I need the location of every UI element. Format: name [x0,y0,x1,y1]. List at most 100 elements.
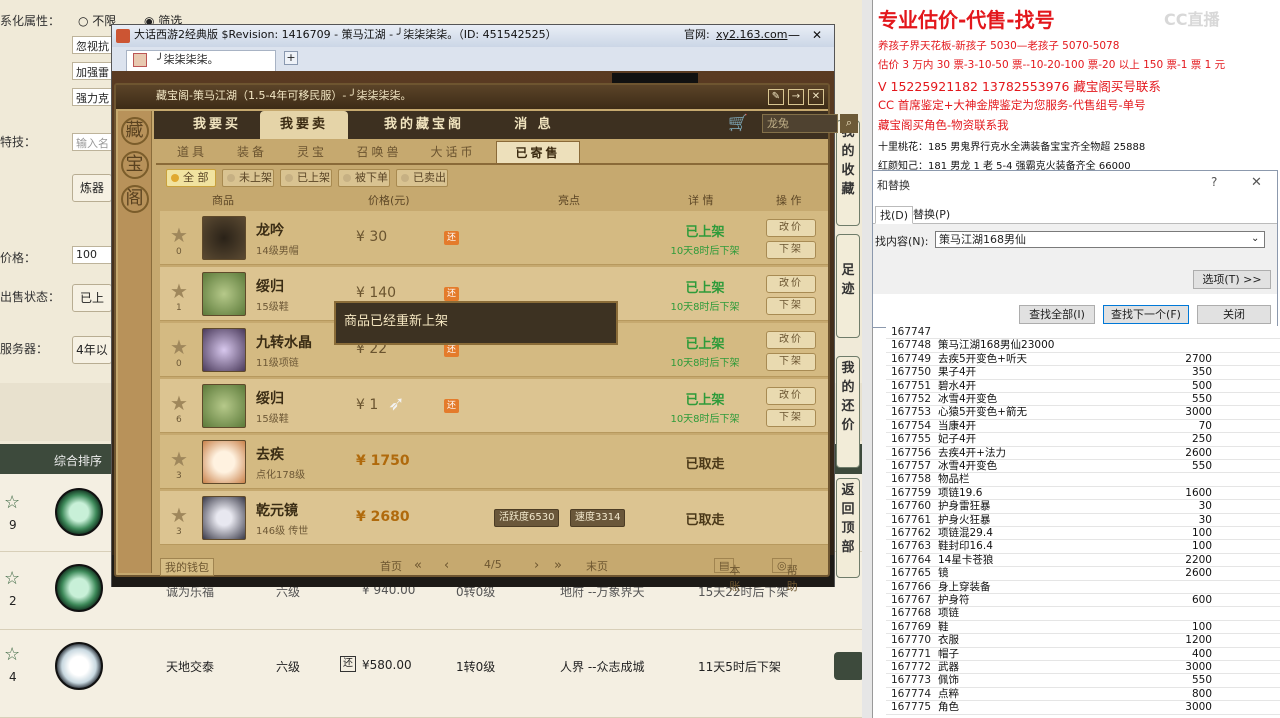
sheet-row[interactable]: 167761 护身火狂暴 30 [886,514,1280,527]
sheet-row[interactable]: 167770 衣服 1200 [886,634,1280,648]
ledger-button[interactable]: ▤ 本账 [714,558,740,593]
sheet-row[interactable]: 167764 14星卡苍狼 2200 [886,554,1280,568]
minimize-icon[interactable]: → [788,89,804,105]
help-button[interactable]: ◎ 帮助 [772,558,798,593]
tab-replace[interactable]: 替换(P) [913,206,950,222]
chevron-down-icon[interactable]: ⌄ [1251,233,1259,244]
sheet-row[interactable]: 167767 护身符 600 [886,594,1280,608]
star-icon[interactable]: ★ [170,505,188,525]
find-all-button[interactable]: 查找全部(I) [1019,305,1095,324]
sheet-row[interactable]: 167748 策马江湖168男仙23000 [886,339,1280,353]
delist-button[interactable]: 下架 [766,241,816,259]
subtab-spirit[interactable]: 灵宝 [284,141,340,163]
subtab-summon[interactable]: 召唤兽 [344,141,414,163]
close-button[interactable]: 关闭 [1197,305,1271,324]
official-site-link[interactable]: xy2.163.com [716,25,788,45]
edit-icon[interactable]: ✎ [768,89,784,105]
tab-find[interactable]: 找(D) [875,206,914,224]
back-to-top-button[interactable]: 返回顶部 [836,478,860,578]
find-input[interactable]: 策马江湖168男仙 [935,231,1265,248]
refine-button[interactable]: 炼器 [72,174,112,202]
tab-messages[interactable]: 消 息 [494,111,574,139]
sale-status-button[interactable]: 已上 [72,284,112,312]
page-scrollbar[interactable] [862,0,872,718]
sheet-row[interactable]: 167766 身上穿装备 [886,581,1280,594]
sheet-row[interactable]: 167759 项链19.6 1600 [886,487,1280,501]
view-button[interactable] [834,652,864,680]
star-icon[interactable]: ★ [170,225,188,245]
search-input[interactable]: 龙兔 [762,114,838,133]
delist-button[interactable]: 下架 [766,353,816,371]
star-icon[interactable]: ★ [170,337,188,357]
sheet-row[interactable]: 167762 项链混29.4 100 [886,527,1280,541]
find-next-button[interactable]: 查找下一个(F) [1103,305,1189,324]
sheet-row[interactable]: 167747 [886,326,1280,340]
star-icon[interactable]: ★ [170,449,188,469]
table-row[interactable]: ★ 6 绥归 15级鞋 ¥ 1 ➶ 还 已上架 10天8时后下架 改价 下架 [160,379,828,433]
sheet-row[interactable]: 167750 果子4开 350 [886,366,1280,380]
change-price-button[interactable]: 改价 [766,275,816,293]
delist-button[interactable]: 下架 [766,297,816,315]
subtab-props[interactable]: 道具 [164,141,220,163]
double-right-icon[interactable]: » [554,558,562,573]
sheet-row[interactable]: 167752 冰雪4开变色 550 [886,393,1280,407]
star-icon[interactable]: ★ [170,393,188,413]
sheet-row[interactable]: 167753 心猿5开变色+箭无 3000 [886,406,1280,420]
game-tab[interactable]: ╯柒柒柒柒。 [126,50,276,71]
list-item[interactable]: ☆ 4 天地交泰 六级 还 ¥580.00 1转0级 人界 --众志成城 11天… [0,630,868,718]
table-row[interactable]: ★ 3 去疾 点化178级 ¥ 1750 已取走 [160,435,828,489]
sheet-row[interactable]: 167760 护身雷狂暴 30 [886,500,1280,514]
sheet-row[interactable]: 167773 佩饰 550 [886,674,1280,688]
subtab-consigned[interactable]: 已寄售 [496,141,580,163]
change-price-button[interactable]: 改价 [766,331,816,349]
sheet-row[interactable]: 167754 当康4开 70 [886,420,1280,434]
sheet-row[interactable]: 167772 武器 3000 [886,661,1280,675]
filter-sold[interactable]: 已卖出 [396,169,448,187]
close-icon[interactable]: ✕ [1251,175,1262,190]
table-row[interactable]: ★ 0 龙吟 14级男帽 ¥ 30 还 已上架 10天8时后下架 改价 下架 [160,211,828,265]
star-icon[interactable]: ★ [170,281,188,301]
sheet-row[interactable]: 167769 鞋 100 [886,621,1280,635]
filter-unlisted[interactable]: 未上架 [222,169,274,187]
delist-button[interactable]: 下架 [766,409,816,427]
change-price-button[interactable]: 改价 [766,219,816,237]
filter-listed[interactable]: 已上架 [280,169,332,187]
table-row[interactable]: ★ 3 乾元镜 146级 传世 ¥ 2680 活跃度6530 速度3314 已取走 [160,491,828,545]
prev-page-icon[interactable]: ‹ [444,558,449,573]
skill-input[interactable]: 输入名 [72,133,112,151]
help-icon[interactable]: ? [1211,175,1217,189]
price-input[interactable]: 100 [72,246,112,264]
my-favorites-button[interactable]: 我的收藏 [836,120,860,226]
sheet-row[interactable]: 167749 去疾5开变色+听天 2700 [886,353,1280,367]
subtab-currency[interactable]: 大话币 [418,141,488,163]
sheet-row[interactable]: 167758 物品栏 [886,473,1280,487]
tab-buy[interactable]: 我要买 [172,111,262,139]
cart-icon[interactable]: 🛒 [728,113,750,135]
sheet-row[interactable]: 167775 角色 3000 [886,701,1280,715]
attr-value-2[interactable]: 加强雷 [72,62,112,80]
close-icon[interactable]: ✕ [808,89,824,105]
filter-all[interactable]: 全 部 [166,169,216,187]
sheet-row[interactable]: 167771 帽子 400 [886,648,1280,661]
close-icon[interactable]: ✕ [812,25,822,45]
star-icon[interactable]: ☆ [4,570,22,588]
sheet-row[interactable]: 167751 碧水4开 500 [886,380,1280,393]
minimize-icon[interactable]: — [788,25,800,45]
search-icon[interactable]: ⌕ [840,114,858,133]
new-tab-icon[interactable]: + [284,51,298,65]
last-page-link[interactable]: 末页 [586,558,608,574]
star-icon[interactable]: ☆ [4,646,22,664]
attr-value-1[interactable]: 忽视抗 [72,36,112,54]
filter-ordered[interactable]: 被下单 [338,169,390,187]
sheet-row[interactable]: 167756 去疾4开+法力 2600 [886,447,1280,460]
wallet-button[interactable]: 我的钱包 [160,558,214,576]
first-page-link[interactable]: 首页 [380,558,402,574]
sheet-row[interactable]: 167755 妃子4开 250 [886,433,1280,447]
sort-label[interactable]: 综合排序 [54,452,102,469]
sheet-row[interactable]: 167763 鞋封印16.4 100 [886,540,1280,554]
my-bargain-button[interactable]: 我的还价 [836,356,860,468]
subtab-equip[interactable]: 装备 [224,141,280,163]
attr-value-3[interactable]: 强力克 [72,88,112,106]
next-page-icon[interactable]: › [534,558,539,573]
star-icon[interactable]: ☆ [4,494,22,512]
